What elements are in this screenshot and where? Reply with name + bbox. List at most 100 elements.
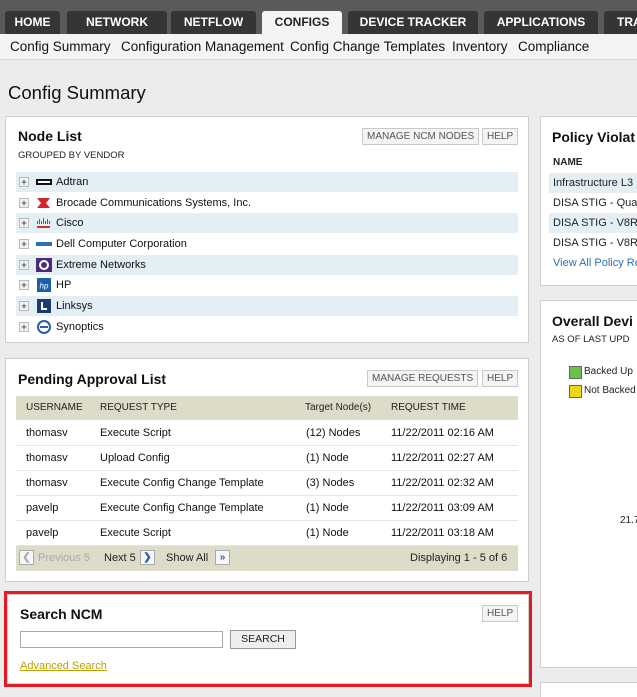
vendor-label: HP [56,279,72,291]
manage-ncm-nodes-button[interactable]: MANAGE NCM NODES [362,128,480,145]
vendor-row-dell[interactable]: + Dell Computer Corporation [16,234,518,254]
table-row[interactable]: thomasv Execute Config Change Template (… [16,471,518,496]
vendor-label: Dell Computer Corporation [56,238,187,250]
table-row[interactable]: thomasv Upload Config (1) Node 11/22/201… [16,446,518,471]
table-row[interactable]: thomasv Execute Script (12) Nodes 11/22/… [16,421,518,446]
vendor-label: Brocade Communications Systems, Inc. [56,197,252,209]
overall-device-subtitle: AS OF LAST UPD [552,334,630,345]
policy-row[interactable]: DISA STIG - Quali [549,193,637,213]
expand-icon[interactable]: + [19,260,29,270]
pagination-bar: ❮ Previous 5 Next 5 ❯ Show All » Display… [16,546,518,571]
tab-applications[interactable]: APPLICATIONS [484,11,598,34]
subnav-configuration-management[interactable]: Configuration Management [121,39,284,54]
expand-icon[interactable]: + [19,177,29,187]
tab-home[interactable]: HOME [5,11,60,34]
cell-target-nodes[interactable]: (1) Node [306,452,349,464]
cell-request-type: Execute Config Change Template [100,502,264,514]
cell-target-nodes[interactable]: (3) Nodes [306,477,354,489]
column-header-request-time[interactable]: REQUEST TIME [391,402,466,413]
cell-request-time: 11/22/2011 02:16 AM [391,427,494,439]
extreme-logo-icon [36,258,52,272]
next-page-icon[interactable]: ❯ [140,550,155,565]
overall-device-panel [540,300,637,668]
chart-value-label: 21.7 [620,515,637,526]
tab-traps[interactable]: TRA [604,11,637,34]
next-panel-edge [540,682,637,697]
vendor-row-adtran[interactable]: + Adtran [16,172,518,192]
tab-network[interactable]: NETWORK [67,11,167,34]
vendor-row-hp[interactable]: + hp HP [16,275,518,295]
policy-row[interactable]: DISA STIG - V8R5 [549,213,637,233]
pending-approval-title: Pending Approval List [18,371,167,387]
policy-row[interactable]: Infrastructure L3 [549,173,637,193]
pending-help-button[interactable]: HELP [482,370,519,387]
policy-row[interactable]: DISA STIG - V8R5 [549,233,637,253]
search-highlight-frame [4,591,532,687]
hp-logo-icon: hp [37,278,51,292]
table-row[interactable]: pavelp Execute Config Change Template (1… [16,496,518,521]
policy-violations-title: Policy Violat [552,129,635,145]
subnav-config-change-templates[interactable]: Config Change Templates [290,39,445,54]
legend-swatch-not-backed [569,385,582,398]
show-all-icon[interactable]: » [215,550,230,565]
tab-netflow[interactable]: NETFLOW [171,11,256,34]
cell-target-nodes[interactable]: (1) Node [306,527,349,539]
column-header-username[interactable]: USERNAME [26,402,83,413]
cell-username: pavelp [26,527,59,539]
vendor-row-brocade[interactable]: + Brocade Communications Systems, Inc. [16,193,518,213]
adtran-logo-icon [36,179,52,185]
cell-request-type: Upload Config [100,452,170,464]
overall-device-title: Overall Devi [552,313,633,329]
vendor-row-linksys[interactable]: + Linksys [16,296,518,316]
vendor-label: Linksys [56,300,93,312]
column-header-request-type[interactable]: REQUEST TYPE [100,402,177,413]
table-row[interactable]: pavelp Execute Script (1) Node 11/22/201… [16,521,518,546]
policy-name-column-header: NAME [553,157,583,168]
legend-swatch-backed-up [569,366,582,379]
node-list-subtitle: GROUPED BY VENDOR [18,150,125,161]
vendor-row-synoptics[interactable]: + Synoptics [16,317,518,337]
cell-request-type: Execute Script [100,527,171,539]
expand-icon[interactable]: + [19,239,29,249]
cell-username: thomasv [26,427,68,439]
cell-request-time: 11/22/2011 03:09 AM [391,502,494,514]
legend-label-not-backed: Not Backed [584,385,636,396]
subnav-config-summary[interactable]: Config Summary [10,39,111,54]
linksys-logo-icon [37,299,51,313]
cell-target-nodes[interactable]: (12) Nodes [306,427,360,439]
policy-name: DISA STIG - Quali [553,197,637,209]
vendor-label: Synoptics [56,321,104,333]
subnav-inventory[interactable]: Inventory [452,39,508,54]
expand-icon[interactable]: + [19,322,29,332]
cell-request-type: Execute Script [100,427,171,439]
next-page-link[interactable]: Next 5 [104,552,136,564]
column-header-target-nodes[interactable]: Target Node(s) [305,402,371,413]
policy-name: Infrastructure L3 [553,177,634,189]
cell-request-time: 11/22/2011 02:32 AM [391,477,494,489]
subnav-compliance[interactable]: Compliance [518,39,589,54]
vendor-label: Cisco [56,217,84,229]
expand-icon[interactable]: + [19,301,29,311]
expand-icon[interactable]: + [19,198,29,208]
cell-username: pavelp [26,502,59,514]
policy-name: DISA STIG - V8R5 [553,237,637,249]
cell-request-time: 11/22/2011 03:18 AM [391,527,494,539]
synoptics-logo-icon [37,320,51,334]
node-list-help-button[interactable]: HELP [482,128,519,145]
expand-icon[interactable]: + [19,280,29,290]
expand-icon[interactable]: + [19,218,29,228]
tab-configs[interactable]: CONFIGS [262,11,342,34]
sub-navigation: Config Summary Configuration Management … [0,34,637,60]
tab-device-tracker[interactable]: DEVICE TRACKER [348,11,478,34]
previous-page-link[interactable]: Previous 5 [38,552,90,564]
previous-page-icon[interactable]: ❮ [19,550,34,565]
vendor-row-extreme[interactable]: + Extreme Networks [16,255,518,275]
vendor-row-cisco[interactable]: + Cisco [16,213,518,233]
cell-target-nodes[interactable]: (1) Node [306,502,349,514]
manage-requests-button[interactable]: MANAGE REQUESTS [367,370,479,387]
node-list-title: Node List [18,128,82,144]
view-all-policy-link[interactable]: View All Policy Re [553,257,637,269]
brocade-logo-icon [37,198,50,208]
show-all-link[interactable]: Show All [166,552,208,564]
pagination-status: Displaying 1 - 5 of 6 [410,552,508,564]
